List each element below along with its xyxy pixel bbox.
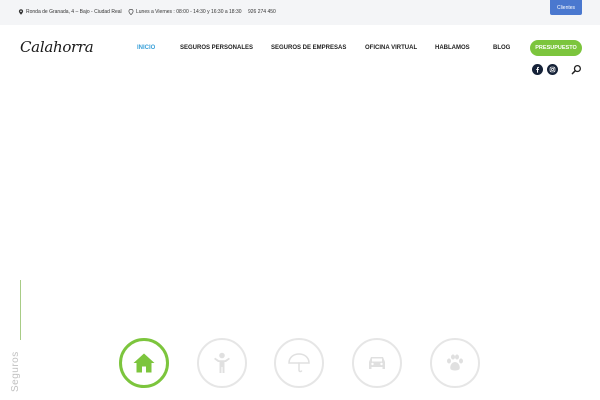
address-text: Ronda de Granada, 4 – Bajo - Ciudad Real bbox=[26, 9, 122, 15]
category-home-button[interactable] bbox=[119, 338, 169, 388]
search-icon[interactable] bbox=[571, 64, 582, 75]
person-icon bbox=[214, 352, 230, 373]
hours-text: Lunes a Viernes : 08:00 - 14:30 y 16:30 … bbox=[136, 9, 242, 15]
address-item: Ronda de Granada, 4 – Bajo - Ciudad Real bbox=[18, 9, 122, 15]
nav-hablamos[interactable]: HABLAMOS bbox=[435, 45, 470, 51]
category-car-button[interactable] bbox=[352, 338, 402, 388]
paw-icon bbox=[447, 354, 463, 371]
section-vertical-label: Seguros bbox=[10, 351, 21, 392]
category-umbrella-button[interactable] bbox=[274, 338, 324, 388]
home-icon bbox=[133, 353, 155, 373]
location-pin-icon bbox=[128, 9, 134, 15]
hours-item: Lunes a Viernes : 08:00 - 14:30 y 16:30 … bbox=[128, 9, 242, 15]
nav-seguros-empresas[interactable]: SEGUROS DE EMPRESAS bbox=[271, 45, 346, 51]
car-icon bbox=[369, 357, 385, 369]
section-divider-line bbox=[20, 280, 21, 340]
logo[interactable]: Calahorra bbox=[20, 38, 94, 56]
nav-seguros-personales[interactable]: SEGUROS PERSONALES bbox=[180, 45, 253, 51]
presupuesto-button[interactable]: PRESUPUESTO bbox=[530, 40, 582, 56]
nav-blog[interactable]: BLOG bbox=[493, 45, 510, 51]
main-header: Calahorra INICIO SEGUROS PERSONALES SEGU… bbox=[0, 25, 600, 85]
location-pin-icon bbox=[18, 9, 24, 15]
phone-item[interactable]: 926 274 450 bbox=[248, 9, 276, 15]
facebook-icon[interactable] bbox=[532, 64, 543, 75]
category-personal-button[interactable] bbox=[197, 338, 247, 388]
clientes-button[interactable]: Clientes bbox=[550, 0, 582, 15]
instagram-icon[interactable] bbox=[547, 64, 558, 75]
top-bar: Ronda de Granada, 4 – Bajo - Ciudad Real… bbox=[0, 0, 600, 25]
category-pets-button[interactable] bbox=[430, 338, 480, 388]
phone-text[interactable]: 926 274 450 bbox=[248, 9, 276, 15]
nav-inicio[interactable]: INICIO bbox=[137, 45, 155, 51]
umbrella-icon bbox=[288, 353, 310, 373]
nav-oficina-virtual[interactable]: OFICINA VIRTUAL bbox=[365, 45, 417, 51]
